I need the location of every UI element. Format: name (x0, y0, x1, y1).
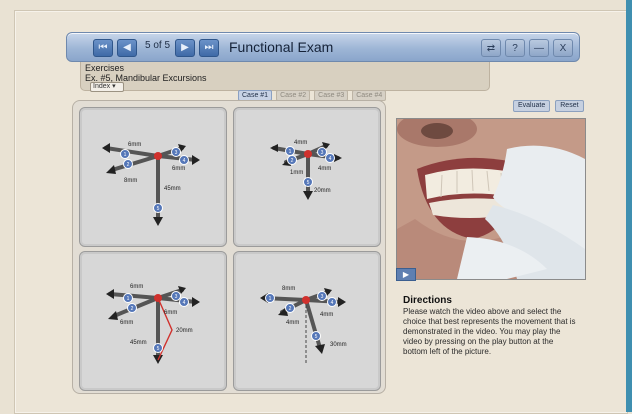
label-a: 6mm (130, 284, 143, 290)
swap-icon: ⇄ (486, 42, 496, 54)
badge-2: 2 (127, 162, 130, 168)
label-c: 6mm (164, 310, 177, 316)
action-buttons: Evaluate Reset (513, 100, 584, 112)
label-b: 6mm (120, 320, 133, 326)
choice-option-3[interactable]: 1 2 3 4 5 6mm 6mm 6mm 45mm 20mm (79, 251, 227, 391)
label-d: 45mm (164, 186, 181, 192)
next-icon: ▶ (181, 42, 189, 53)
label-d: 45mm (130, 340, 147, 346)
play-icon: ▶ (402, 270, 410, 279)
skip-last-icon: ⏭ (204, 42, 214, 53)
badge-4: 4 (331, 300, 334, 306)
label-c: 4mm (320, 312, 333, 318)
breadcrumb-section: Exercises (85, 63, 125, 73)
badge-1: 1 (124, 152, 127, 158)
window-edge (626, 0, 632, 412)
label-b: 6mm (172, 166, 185, 172)
badge-2: 2 (289, 306, 292, 312)
reset-button[interactable]: Reset (555, 100, 584, 112)
badge-4: 4 (183, 300, 186, 306)
badge-3: 3 (321, 150, 324, 156)
label-e: 20mm (176, 328, 193, 334)
swap-button[interactable]: ⇄ (481, 39, 501, 57)
label-b: 4mm (286, 320, 299, 326)
badge-5: 5 (315, 334, 318, 340)
help-button[interactable]: ? (505, 39, 525, 57)
minimize-icon: — (534, 42, 544, 54)
label-a: 8mm (282, 286, 295, 292)
excursion-diagram-4: 1 2 3 4 5 8mm 4mm 4mm 30mm (260, 286, 347, 364)
directions-panel: Directions Please watch the video above … (403, 296, 578, 357)
video-frame[interactable] (396, 118, 586, 280)
badge-1: 1 (127, 296, 130, 302)
badge-4: 4 (183, 158, 186, 164)
page-title: Functional Exam (229, 39, 334, 55)
prev-icon: ◀ (123, 42, 131, 53)
badge-5: 5 (307, 180, 310, 186)
next-page-button[interactable]: ▶ (175, 39, 195, 57)
index-dropdown[interactable]: Index ▾ (90, 82, 124, 92)
choice-option-1[interactable]: 1 2 3 4 5 6mm 6mm 8mm 45mm (79, 107, 227, 247)
last-page-button[interactable]: ⏭ (199, 39, 219, 57)
skip-first-icon: ⏮ (98, 42, 108, 53)
excursion-diagram-2: 1 2 3 4 5 4mm 1mm 4mm 20mm (270, 140, 342, 200)
label-a: 6mm (128, 142, 141, 148)
badge-5: 5 (157, 206, 160, 212)
badge-3: 3 (175, 150, 178, 156)
label-b: 1mm (290, 170, 303, 176)
label-d: 20mm (314, 188, 331, 194)
badge-1: 1 (289, 149, 292, 155)
app-root: ⏮ ◀ 5 of 5 ▶ ⏭ Functional Exam ⇄ ? — X E… (0, 0, 632, 414)
label-c: 4mm (318, 166, 331, 172)
help-icon: ? (512, 42, 518, 54)
choice-grid: 1 2 3 4 5 6mm 6mm 8mm 45mm 1 2 3 4 5 4mm… (72, 100, 386, 394)
play-button[interactable]: ▶ (396, 268, 416, 281)
badge-5: 5 (157, 346, 160, 352)
badge-4: 4 (329, 156, 332, 162)
badge-3: 3 (321, 294, 324, 300)
page-counter: 5 of 5 (145, 40, 171, 51)
evaluate-button[interactable]: Evaluate (513, 100, 551, 112)
minimize-button[interactable]: — (529, 39, 549, 57)
label-a: 4mm (294, 140, 307, 146)
badge-2: 2 (291, 158, 294, 164)
excursion-diagram-1: 1 2 3 4 5 6mm 6mm 8mm 45mm (102, 142, 200, 226)
directions-text: Please watch the video above and select … (403, 307, 576, 356)
badge-2: 2 (131, 306, 134, 312)
mouth-photo (397, 119, 585, 279)
breadcrumb: Exercises Ex. #5, Mandibular Excursions (80, 62, 490, 91)
choice-option-2[interactable]: 1 2 3 4 5 4mm 1mm 4mm 20mm (233, 107, 381, 247)
directions-heading: Directions (403, 295, 452, 306)
first-page-button[interactable]: ⏮ (93, 39, 113, 57)
badge-3: 3 (175, 294, 178, 300)
close-button[interactable]: X (553, 39, 573, 57)
label-d: 30mm (330, 342, 347, 348)
excursion-diagram-3: 1 2 3 4 5 6mm 6mm 6mm 45mm 20mm (106, 284, 200, 364)
title-bar: ⏮ ◀ 5 of 5 ▶ ⏭ Functional Exam ⇄ ? — X (66, 32, 580, 62)
close-icon: X (559, 42, 567, 54)
label-c: 8mm (124, 178, 137, 184)
choice-option-4[interactable]: 1 2 3 4 5 8mm 4mm 4mm 30mm (233, 251, 381, 391)
badge-1: 1 (269, 296, 272, 302)
previous-page-button[interactable]: ◀ (117, 39, 137, 57)
